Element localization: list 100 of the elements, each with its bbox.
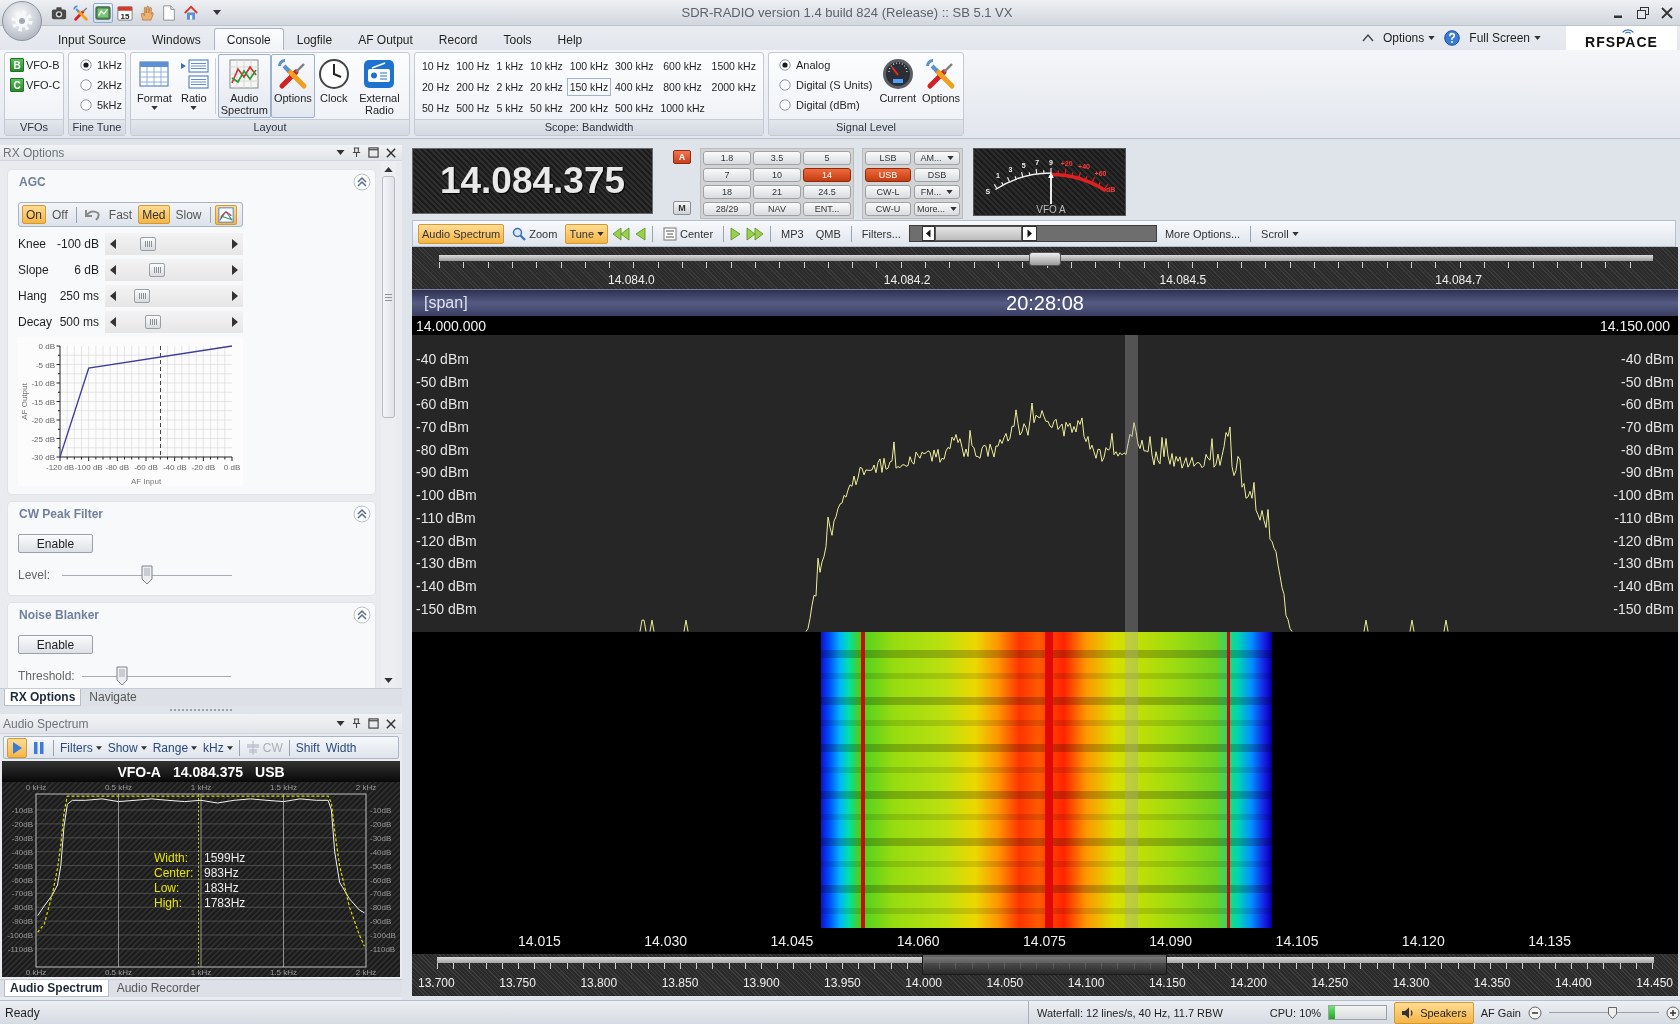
ruler-track[interactable] — [439, 255, 1653, 268]
ribbon-button[interactable]: Current — [876, 54, 920, 118]
scroll-up-icon[interactable] — [384, 167, 393, 172]
dropdown-icon[interactable] — [213, 10, 221, 15]
menu-button[interactable]: kHz — [201, 740, 235, 755]
close-icon[interactable] — [386, 147, 396, 158]
bandwidth-option[interactable]: 20 Hz — [419, 78, 453, 96]
slider-thumb[interactable] — [134, 289, 150, 303]
vfo-button[interactable]: A — [673, 150, 691, 164]
scroll-down-icon[interactable] — [384, 678, 393, 683]
scrollbar-thumb[interactable] — [382, 176, 395, 418]
bandwidth-option[interactable]: 10 Hz — [419, 57, 453, 75]
band-button[interactable]: 24.5 — [803, 185, 851, 199]
tools-icon[interactable] — [71, 2, 91, 23]
pin-icon[interactable] — [352, 147, 361, 158]
vfo-button[interactable]: C VFO-C — [8, 77, 63, 93]
slider-thumb[interactable] — [140, 237, 157, 251]
bandwidth-option[interactable]: 800 kHz — [657, 78, 708, 96]
ribbon-tab[interactable]: Input Source — [45, 28, 140, 50]
bandwidth-option[interactable]: 400 kHz — [612, 78, 657, 96]
band-button[interactable]: 21 — [753, 185, 801, 199]
bandwidth-option[interactable]: 300 kHz — [612, 57, 657, 75]
slider-thumb[interactable] — [116, 666, 129, 686]
ribbon-button[interactable]: Options — [270, 54, 315, 118]
bandwidth-option[interactable]: 150 kHz — [566, 78, 612, 96]
menu-button[interactable]: Options — [1380, 31, 1438, 45]
memory-button[interactable]: M — [673, 201, 691, 215]
menu-button[interactable]: Filters — [58, 740, 104, 755]
ribbon-button[interactable]: External Radio — [352, 54, 406, 118]
chevron-up-icon[interactable] — [1361, 33, 1374, 43]
toggle-button[interactable]: Audio Spectrum — [418, 223, 505, 244]
radio-option[interactable]: Digital (S Units) — [779, 77, 873, 93]
collapse-toggle-icon[interactable] — [353, 606, 371, 624]
maximize-icon[interactable] — [368, 147, 379, 158]
toggle-button[interactable]: Fast — [104, 205, 137, 224]
radio-option[interactable]: 2kHz — [72, 77, 123, 93]
enable-button[interactable]: Enable — [18, 635, 93, 654]
plus-icon[interactable] — [1666, 1005, 1680, 1020]
ribbon-button[interactable]: Options — [919, 54, 963, 118]
help-icon[interactable] — [1444, 30, 1461, 46]
band-button[interactable]: 28/29 — [703, 202, 751, 216]
arrow-right-icon[interactable] — [232, 291, 238, 301]
ribbon-button[interactable]: Audio Spectrum — [217, 54, 271, 118]
ribbon-tab[interactable]: Console — [213, 28, 284, 50]
double-arrow-left-icon[interactable] — [612, 226, 631, 241]
panel-tab[interactable]: RX Options — [4, 689, 82, 706]
arrow-left-icon[interactable] — [110, 317, 116, 327]
collapse-toggle-icon[interactable] — [353, 173, 371, 191]
mode-button[interactable]: DSB — [914, 168, 960, 182]
bandwidth-option[interactable]: 2 kHz — [493, 78, 527, 96]
collapse-toggle-icon[interactable] — [353, 505, 371, 523]
bandwidth-option[interactable]: 50 kHz — [527, 99, 566, 117]
mode-button[interactable]: More... — [914, 202, 960, 216]
radio-option[interactable]: 5kHz — [72, 97, 123, 113]
slider-thumb[interactable] — [1607, 1006, 1617, 1019]
bandwidth-option[interactable]: 100 Hz — [453, 57, 493, 75]
close-icon[interactable] — [1661, 6, 1673, 19]
mode-button[interactable]: LSB — [865, 151, 911, 165]
view-window[interactable] — [922, 954, 1167, 975]
arrow-right-icon[interactable] — [232, 239, 238, 249]
radio-option[interactable]: Analog — [779, 57, 873, 73]
speakers-button[interactable]: Speakers — [1394, 1001, 1474, 1024]
slider-track[interactable] — [105, 285, 243, 307]
slider-track[interactable] — [105, 233, 243, 255]
panel-tab[interactable]: Audio Recorder — [110, 980, 207, 997]
toolbar-button[interactable]: Width — [323, 740, 359, 755]
scroll-right-icon[interactable] — [1021, 226, 1037, 241]
restore-icon[interactable] — [1637, 6, 1649, 19]
panel-tab[interactable]: Navigate — [83, 689, 143, 706]
arrow-left-icon[interactable] — [110, 239, 116, 249]
toolbar-button[interactable]: Shift — [293, 740, 322, 755]
bandwidth-option[interactable]: 2000 kHz — [708, 78, 759, 96]
mode-button[interactable]: USB — [865, 168, 911, 182]
toolbar-button[interactable]: More Options... — [1160, 223, 1245, 244]
bandwidth-option[interactable]: 1000 kHz — [657, 99, 708, 117]
enable-button[interactable]: Enable — [18, 534, 93, 553]
band-button[interactable]: 5 — [803, 151, 851, 165]
bandwidth-option[interactable]: 50 Hz — [419, 99, 453, 117]
bandwidth-option[interactable]: 600 kHz — [657, 57, 708, 75]
slider-thumb[interactable] — [141, 565, 153, 585]
menu-button[interactable]: Scroll — [1257, 223, 1303, 244]
close-icon[interactable] — [386, 718, 396, 729]
dropdown-icon[interactable] — [336, 721, 345, 726]
band-button[interactable]: 14 — [803, 168, 851, 182]
bandwidth-option[interactable]: 500 kHz — [612, 99, 657, 117]
bandwidth-option[interactable]: 1 kHz — [493, 57, 527, 75]
toolbar-button[interactable]: MP3 — [777, 223, 808, 244]
bandwidth-option[interactable]: 200 kHz — [566, 99, 612, 117]
arrow-right-icon[interactable] — [232, 265, 238, 275]
menu-button[interactable]: Full Screen — [1467, 31, 1543, 45]
bandwidth-option[interactable]: 100 kHz — [566, 57, 612, 75]
scroll-thumb[interactable] — [934, 226, 1022, 241]
radio-option[interactable]: Digital (dBm) — [779, 97, 873, 113]
menu-button[interactable]: Show — [105, 740, 149, 755]
ribbon-tab[interactable]: AF Output — [345, 28, 426, 50]
bandwidth-option[interactable]: 20 kHz — [527, 78, 566, 96]
toolbar-button[interactable]: Filters... — [857, 223, 905, 244]
ribbon-tab[interactable]: Tools — [490, 28, 545, 50]
toggle-button[interactable]: On — [22, 205, 46, 224]
toggle-button[interactable]: Slow — [171, 205, 206, 224]
